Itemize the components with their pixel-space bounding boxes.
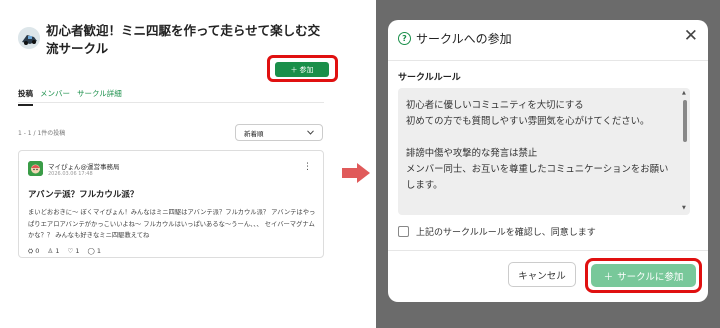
tab-circle-details[interactable]: サークル詳細 [77, 88, 122, 106]
circle-page: 初心者歓迎！ミニ四駆を作って走らせて楽しむ交流サークル ＋ 参加 投稿 メンバー… [0, 0, 338, 328]
plus-icon: ＋ [290, 65, 298, 74]
close-icon[interactable]: ✕ [684, 28, 698, 45]
footer-divider [388, 250, 708, 251]
chevron-down-icon [307, 130, 314, 135]
join-circle-button-label: サークルに参加 [617, 271, 684, 283]
speech-bubble-icon: ◯ [87, 247, 95, 255]
plus-icon: ＋ [603, 271, 614, 283]
rules-heading: サークルルール [398, 73, 461, 83]
scroll-up-icon[interactable]: ▲ [682, 90, 686, 96]
post-date: 2026.03.06 17:48 [48, 171, 93, 177]
sort-selected: 新着順 [244, 129, 264, 138]
views-icon: ⛭ [28, 247, 34, 255]
dialog-title: サークルへの参加 [416, 32, 512, 46]
arrow-right-icon [342, 163, 370, 183]
post-stats: ⛭ 0 ♙ 1 ♡ 1 ◯ 1 [28, 247, 314, 256]
post-author-avatar [28, 161, 43, 176]
tab-members[interactable]: メンバー [40, 88, 70, 106]
likes-stat[interactable]: ♡ 1 [67, 247, 79, 256]
scrollbar-thumb[interactable] [683, 100, 687, 142]
header-divider [388, 60, 708, 61]
agree-checkbox[interactable] [398, 226, 409, 237]
comment-icon: ♙ [47, 247, 54, 255]
dialog-header: ? サークルへの参加 ✕ [388, 20, 708, 60]
join-button-highlight: ＋ 参加 [267, 55, 338, 82]
post-author[interactable]: マイぴょん@運営事務局 [48, 161, 120, 171]
modal-overlay: ? サークルへの参加 ✕ サークルルール 初心者に優しいコミュニティを大切にする… [376, 0, 720, 328]
comments-stat[interactable]: ♙ 1 [47, 247, 59, 256]
replies-stat[interactable]: ◯ 1 [88, 247, 102, 256]
scroll-down-icon[interactable]: ▼ [682, 205, 686, 211]
rules-text: 初心者に優しいコミュニティを大切にする 初めての方でも質問しやすい雰囲気を心がけ… [398, 88, 690, 215]
join-button-label: 参加 [299, 65, 314, 74]
heart-icon: ♡ [67, 247, 74, 255]
tab-posts[interactable]: 投稿 [18, 88, 33, 106]
sort-select[interactable]: 新着順 [235, 124, 323, 141]
post-title: アバンテ派？フルカウル派？ [28, 190, 139, 200]
join-button[interactable]: ＋ 参加 [275, 62, 329, 77]
circle-title: 初心者歓迎！ミニ四駆を作って走らせて楽しむ交流サークル [46, 23, 321, 56]
post-body: まいどおおきに〜 ぼくマイぴょん！みんなはミニ四駆はアバンテ派？フルカウル派？ … [28, 209, 316, 239]
join-circle-button-highlight: ＋ サークルに参加 [585, 258, 702, 293]
question-icon: ? [398, 32, 411, 45]
circle-tabs: 投稿 メンバー サークル詳細 [18, 88, 122, 106]
post-card[interactable]: マイぴょん@運営事務局 2026.03.06 17:48 ⋮ アバンテ派？フルカ… [18, 150, 324, 258]
agree-checkbox-row[interactable]: 上記のサークルルールを確認し、同意します [398, 225, 596, 238]
more-options-icon[interactable]: ⋮ [303, 163, 312, 172]
tabs-divider [18, 102, 324, 103]
cancel-button[interactable]: キャンセル [508, 262, 576, 287]
join-circle-button[interactable]: ＋ サークルに参加 [591, 264, 696, 287]
agree-label: 上記のサークルルールを確認し、同意します [416, 228, 596, 238]
post-count: 1 - 1 / 1件の投稿 [18, 130, 66, 137]
views-stat: ⛭ 0 [28, 247, 40, 255]
rules-scrollbar[interactable]: ▲ ▼ [680, 90, 690, 213]
join-circle-dialog: ? サークルへの参加 ✕ サークルルール 初心者に優しいコミュニティを大切にする… [388, 20, 708, 302]
circle-avatar [18, 27, 40, 49]
